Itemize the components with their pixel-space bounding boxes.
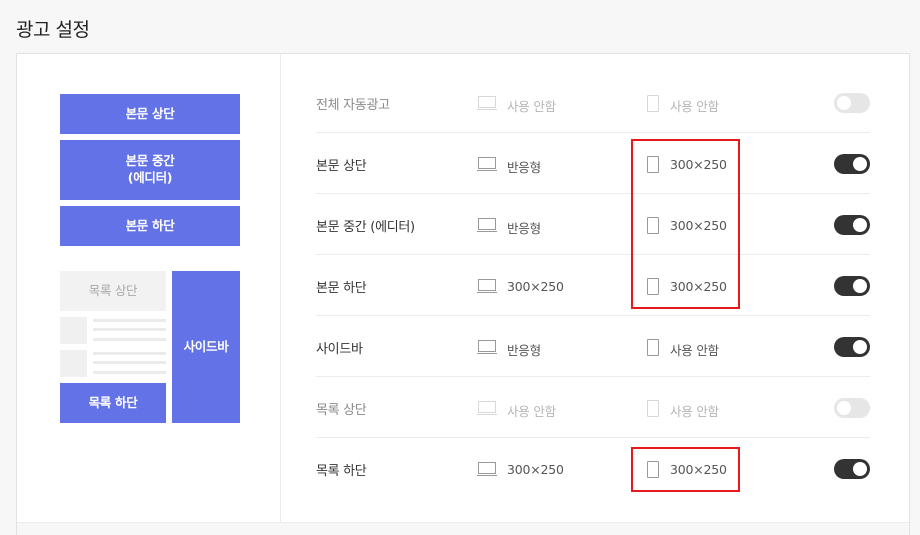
- preview-body-bottom[interactable]: 본문 하단: [60, 206, 240, 246]
- preview-list-top[interactable]: 목록 상단: [60, 271, 166, 311]
- preview-body-middle[interactable]: 본문 중간 (에디터): [60, 140, 240, 200]
- pc-monitor-icon: [477, 462, 497, 478]
- preview-list-bottom[interactable]: 목록 하단: [60, 383, 166, 423]
- pc-setting[interactable]: 300×250: [507, 279, 564, 294]
- pc-setting[interactable]: 반응형: [507, 157, 541, 176]
- mobile-setting[interactable]: 사용 안함: [670, 96, 719, 115]
- preview-sidebar[interactable]: 사이드바: [172, 271, 240, 423]
- ad-row-name: 목록 하단: [316, 464, 367, 479]
- preview-list-line: [93, 338, 166, 341]
- pc-monitor-icon: [477, 279, 497, 295]
- pc-monitor-icon: [477, 401, 497, 417]
- ad-row-name: 본문 중간 (에디터): [316, 220, 415, 235]
- ad-row-toggle[interactable]: [834, 215, 870, 235]
- pc-monitor-icon: [477, 340, 497, 356]
- page-title: 광고 설정: [16, 19, 90, 41]
- ad-row-name: 전체 자동광고: [316, 98, 390, 113]
- mobile-setting[interactable]: 사용 안함: [670, 340, 719, 359]
- ad-row-body-bottom: 본문 하단 300×250 300×250: [316, 255, 870, 316]
- mobile-setting[interactable]: 사용 안함: [670, 401, 719, 420]
- ad-row-toggle[interactable]: [834, 154, 870, 174]
- ad-row-name: 목록 상단: [316, 403, 367, 418]
- preview-list-line: [93, 319, 166, 322]
- pc-monitor-icon: [477, 218, 497, 234]
- preview-list-line: [93, 328, 166, 331]
- mobile-phone-icon: [647, 95, 659, 112]
- panel-footer: [17, 522, 909, 535]
- ad-row-list-top: 목록 상단 사용 안함 사용 안함: [316, 377, 870, 438]
- ad-row-toggle[interactable]: [834, 459, 870, 479]
- pc-setting[interactable]: 반응형: [507, 340, 541, 359]
- pc-setting[interactable]: 사용 안함: [507, 401, 556, 420]
- ad-row-name: 본문 상단: [316, 159, 367, 174]
- preview-list-line: [93, 352, 166, 355]
- panel-divider: [280, 54, 281, 522]
- ad-row-toggle[interactable]: [834, 398, 870, 418]
- ad-row-name: 사이드바: [316, 342, 363, 357]
- ad-row-auto: 전체 자동광고 사용 안함 사용 안함: [316, 72, 870, 133]
- ad-row-toggle[interactable]: [834, 337, 870, 357]
- highlight-box: [631, 447, 740, 492]
- pc-monitor-icon: [477, 96, 497, 112]
- ad-row-toggle[interactable]: [834, 276, 870, 296]
- ad-row-name: 본문 하단: [316, 281, 367, 296]
- preview-body-top[interactable]: 본문 상단: [60, 94, 240, 134]
- ad-row-body-top: 본문 상단 반응형 300×250: [316, 133, 870, 194]
- highlight-box: [631, 139, 740, 309]
- ad-row-list-bottom: 목록 하단 300×250 300×250: [316, 438, 870, 499]
- preview-list-thumb: [60, 350, 87, 377]
- pc-monitor-icon: [477, 157, 497, 173]
- preview-list-thumb: [60, 317, 87, 344]
- preview-list-line: [93, 371, 166, 374]
- preview-list-line: [93, 361, 166, 364]
- pc-setting[interactable]: 사용 안함: [507, 96, 556, 115]
- mobile-phone-icon: [647, 339, 659, 356]
- ad-row-sidebar: 사이드바 반응형 사용 안함: [316, 316, 870, 377]
- ad-row-body-middle: 본문 중간 (에디터) 반응형 300×250: [316, 194, 870, 255]
- mobile-phone-icon: [647, 400, 659, 417]
- pc-setting[interactable]: 300×250: [507, 462, 564, 477]
- pc-setting[interactable]: 반응형: [507, 218, 541, 237]
- ad-row-toggle[interactable]: [834, 93, 870, 113]
